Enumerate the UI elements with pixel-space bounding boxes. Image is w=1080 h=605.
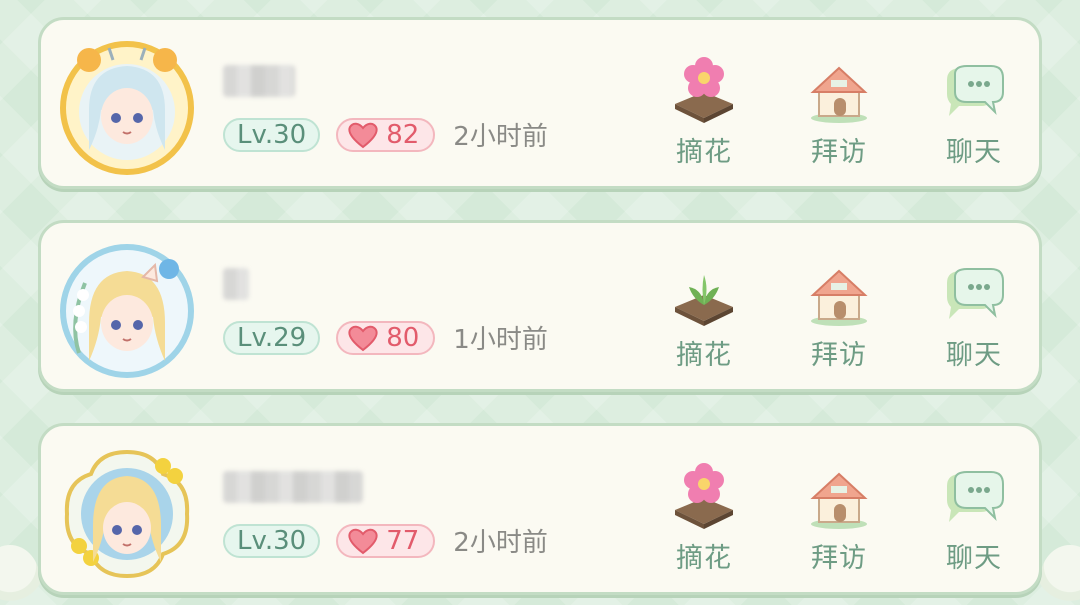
house-icon [810, 66, 868, 123]
heart-icon [348, 528, 378, 554]
chat-button[interactable]: 聊天 [919, 460, 1029, 575]
heart-icon [348, 325, 378, 351]
pick-flower-button[interactable]: 摘花 [649, 54, 759, 169]
friend-card: Lv.29 80 1小时前 摘花 拜访 聊天 [38, 220, 1042, 392]
likes-count: 77 [386, 525, 420, 556]
flower-plot-icon [675, 463, 733, 529]
visit-label: 拜访 [811, 340, 867, 371]
sprout-plot-icon [675, 275, 733, 326]
friend-avatar[interactable] [59, 40, 195, 176]
likes-badge: 77 [336, 523, 436, 558]
chat-button[interactable]: 聊天 [919, 257, 1029, 372]
friend-list: Lv.30 82 2小时前 摘花 拜访 聊天 Lv.29 80 1小时前 摘花 … [38, 17, 1042, 605]
chat-bubble-icon [947, 65, 1004, 116]
last-seen-text: 1小时前 [453, 325, 548, 355]
friend-avatar[interactable] [59, 446, 195, 582]
pick-flower-label: 摘花 [676, 543, 732, 574]
house-icon [810, 472, 868, 529]
chat-button[interactable]: 聊天 [919, 54, 1029, 169]
likes-badge: 82 [336, 117, 436, 152]
friend-name-censored [223, 268, 249, 300]
chat-bubble-icon [947, 268, 1004, 319]
lace-decoration-left [0, 545, 40, 605]
pick-flower-label: 摘花 [676, 340, 732, 371]
chat-label: 聊天 [946, 340, 1002, 371]
friend-name-censored [223, 65, 295, 97]
chat-label: 聊天 [946, 137, 1002, 168]
friend-avatar[interactable] [59, 243, 195, 379]
last-seen-text: 2小时前 [453, 528, 548, 558]
visit-button[interactable]: 拜访 [784, 54, 894, 169]
chat-bubble-icon [947, 471, 1004, 522]
likes-badge: 80 [336, 320, 436, 355]
lace-decoration-right [1040, 545, 1080, 605]
friend-card: Lv.30 77 2小时前 摘花 拜访 聊天 [38, 423, 1042, 595]
visit-button[interactable]: 拜访 [784, 460, 894, 575]
pick-flower-button[interactable]: 摘花 [649, 257, 759, 372]
friend-card: Lv.30 82 2小时前 摘花 拜访 聊天 [38, 17, 1042, 189]
chat-label: 聊天 [946, 543, 1002, 574]
visit-button[interactable]: 拜访 [784, 257, 894, 372]
likes-count: 80 [386, 322, 420, 353]
level-badge: Lv.30 [223, 117, 321, 152]
pick-flower-label: 摘花 [676, 137, 732, 168]
heart-icon [348, 122, 378, 148]
pick-flower-button[interactable]: 摘花 [649, 460, 759, 575]
likes-count: 82 [386, 119, 420, 150]
visit-label: 拜访 [811, 137, 867, 168]
last-seen-text: 2小时前 [453, 122, 548, 152]
friend-name-censored [223, 471, 363, 503]
level-badge: Lv.30 [223, 523, 321, 558]
visit-label: 拜访 [811, 543, 867, 574]
house-icon [810, 269, 868, 326]
level-badge: Lv.29 [223, 320, 321, 355]
flower-plot-icon [675, 57, 733, 123]
